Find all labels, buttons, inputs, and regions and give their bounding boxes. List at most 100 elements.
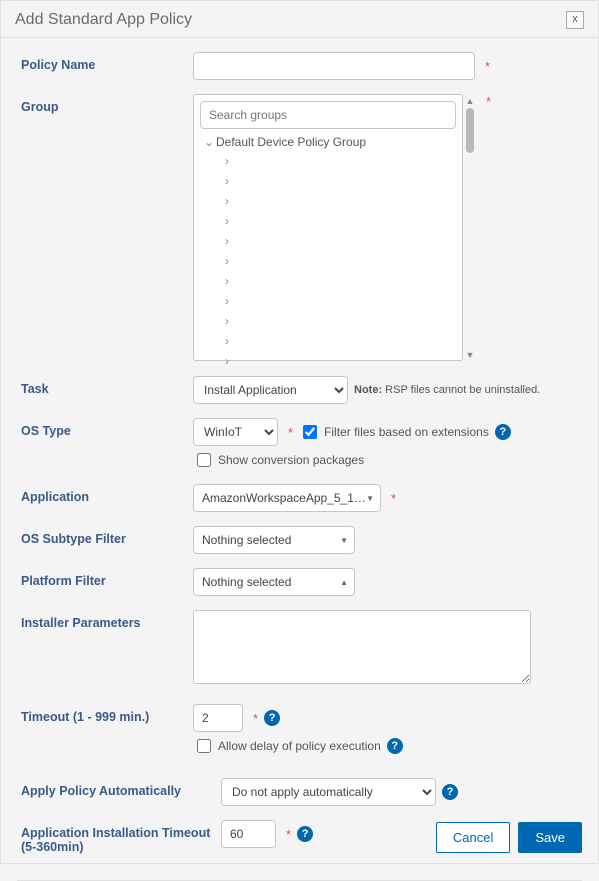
row-installer-params: Installer Parameters [21, 610, 582, 684]
required-marker: * [253, 711, 258, 726]
filter-files-checkbox-wrap[interactable]: Filter files based on extensions [299, 422, 489, 442]
required-marker: * [485, 59, 490, 74]
group-scrollbar[interactable]: ▲ ▼ [465, 96, 475, 360]
row-timeout: Timeout (1 - 999 min.) * ? [21, 704, 582, 732]
tree-child-item[interactable]: › [220, 331, 456, 351]
tree-child-item[interactable]: › [220, 291, 456, 311]
add-standard-app-policy-dialog: Add Standard App Policy x Policy Name * … [0, 0, 599, 864]
label-installer-params: Installer Parameters [21, 610, 193, 630]
dialog-header: Add Standard App Policy x [1, 1, 598, 38]
tree-root-item[interactable]: ⌄ Default Device Policy Group [202, 133, 456, 151]
label-os-subtype-filter: OS Subtype Filter [21, 526, 193, 546]
task-select[interactable]: Install Application [193, 376, 348, 404]
label-group: Group [21, 94, 193, 114]
help-icon[interactable]: ? [297, 826, 313, 842]
row-group: Group ⌄ Default Device Policy Group › [21, 94, 582, 362]
installer-params-textarea[interactable] [193, 610, 531, 684]
timeout-input[interactable] [193, 704, 243, 732]
scroll-down-icon[interactable]: ▼ [465, 350, 475, 360]
scroll-thumb[interactable] [466, 108, 474, 153]
label-timeout: Timeout (1 - 999 min.) [21, 704, 193, 724]
chevron-right-icon[interactable]: › [220, 174, 234, 188]
cancel-button[interactable]: Cancel [436, 822, 510, 853]
row-os-type: OS Type WinIoT * Filter files based on e… [21, 418, 582, 446]
required-marker: * [391, 491, 396, 506]
group-selector: ⌄ Default Device Policy Group › › › › › … [193, 94, 476, 362]
application-value: AmazonWorkspaceApp_5_12.exe [202, 491, 366, 505]
tree-child-item[interactable]: › [220, 251, 456, 271]
row-allow-delay: Allow delay of policy execution ? [193, 736, 582, 756]
dialog-footer: Cancel Save [436, 822, 582, 853]
chevron-right-icon[interactable]: › [220, 214, 234, 228]
group-search-input[interactable] [200, 101, 456, 129]
required-marker: * [486, 94, 491, 109]
save-button[interactable]: Save [518, 822, 582, 853]
label-platform-filter: Platform Filter [21, 568, 193, 588]
row-policy-name: Policy Name * [21, 52, 582, 80]
os-subtype-filter-select[interactable]: Nothing selected ▼ [193, 526, 355, 554]
policy-name-input[interactable] [193, 52, 475, 80]
task-note: Note: RSP files cannot be uninstalled. [354, 384, 540, 396]
show-conversion-checkbox[interactable] [197, 453, 211, 467]
group-tree: ⌄ Default Device Policy Group › › › › › … [200, 133, 456, 371]
tree-child-item[interactable]: › [220, 351, 456, 371]
help-icon[interactable]: ? [264, 710, 280, 726]
chevron-right-icon[interactable]: › [220, 154, 234, 168]
chevron-right-icon[interactable]: › [220, 194, 234, 208]
app-install-timeout-input[interactable] [221, 820, 276, 848]
required-marker: * [286, 827, 291, 842]
label-application: Application [21, 484, 193, 504]
label-apply-auto: Apply Policy Automatically [21, 778, 221, 798]
row-show-conversion: Show conversion packages [193, 450, 582, 470]
caret-up-icon: ▲ [340, 578, 348, 587]
chevron-right-icon[interactable]: › [220, 294, 234, 308]
close-button[interactable]: x [566, 11, 584, 29]
chevron-right-icon[interactable]: › [220, 354, 234, 368]
label-policy-name: Policy Name [21, 52, 193, 72]
help-icon[interactable]: ? [495, 424, 511, 440]
tree-child-item[interactable]: › [220, 191, 456, 211]
platform-filter-value: Nothing selected [202, 575, 291, 589]
row-task: Task Install Application Note: RSP files… [21, 376, 582, 404]
help-icon[interactable]: ? [442, 784, 458, 800]
tree-child-item[interactable]: › [220, 311, 456, 331]
chevron-right-icon[interactable]: › [220, 334, 234, 348]
label-os-type: OS Type [21, 418, 193, 438]
tree-child-item[interactable]: › [220, 151, 456, 171]
os-subtype-filter-value: Nothing selected [202, 533, 291, 547]
label-app-install-timeout: Application Installation Timeout (5-360m… [21, 820, 221, 854]
dialog-body: Policy Name * Group ⌄ Default Device Pol… [1, 38, 598, 872]
chevron-right-icon[interactable]: › [220, 274, 234, 288]
chevron-down-icon[interactable]: ⌄ [202, 135, 216, 149]
show-conversion-checkbox-wrap[interactable]: Show conversion packages [193, 450, 364, 470]
row-platform-filter: Platform Filter Nothing selected ▲ [21, 568, 582, 596]
tree-child-item[interactable]: › [220, 171, 456, 191]
allow-delay-checkbox-wrap[interactable]: Allow delay of policy execution [193, 736, 381, 756]
tree-child-item[interactable]: › [220, 211, 456, 231]
required-marker: * [288, 425, 293, 440]
chevron-right-icon[interactable]: › [220, 314, 234, 328]
filter-files-label: Filter files based on extensions [324, 425, 489, 439]
row-apply-auto: Apply Policy Automatically Do not apply … [21, 778, 582, 806]
caret-down-icon: ▼ [366, 494, 374, 503]
tree-root-label: Default Device Policy Group [216, 135, 366, 149]
chevron-right-icon[interactable]: › [220, 254, 234, 268]
apply-auto-select[interactable]: Do not apply automatically [221, 778, 436, 806]
tree-child-item[interactable]: › [220, 231, 456, 251]
application-select[interactable]: AmazonWorkspaceApp_5_12.exe ▼ [193, 484, 381, 512]
os-type-select[interactable]: WinIoT [193, 418, 278, 446]
allow-delay-checkbox[interactable] [197, 739, 211, 753]
row-application: Application AmazonWorkspaceApp_5_12.exe … [21, 484, 582, 512]
allow-delay-label: Allow delay of policy execution [218, 739, 381, 753]
label-task: Task [21, 376, 193, 396]
dialog-title: Add Standard App Policy [15, 11, 192, 29]
platform-filter-select[interactable]: Nothing selected ▲ [193, 568, 355, 596]
tree-child-item[interactable]: › [220, 271, 456, 291]
help-icon[interactable]: ? [387, 738, 403, 754]
show-conversion-label: Show conversion packages [218, 453, 364, 467]
caret-down-icon: ▼ [340, 536, 348, 545]
row-os-subtype-filter: OS Subtype Filter Nothing selected ▼ [21, 526, 582, 554]
chevron-right-icon[interactable]: › [220, 234, 234, 248]
filter-files-checkbox[interactable] [303, 425, 317, 439]
scroll-up-icon[interactable]: ▲ [465, 96, 475, 106]
